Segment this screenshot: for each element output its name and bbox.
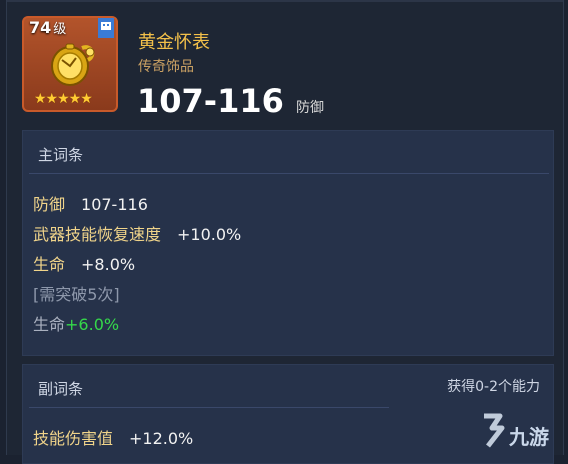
primary-stat-label: 防御 bbox=[296, 100, 324, 116]
top-divider bbox=[7, 0, 563, 2]
stat-value: +10.0% bbox=[177, 225, 242, 244]
stat-value: 107-116 bbox=[81, 195, 148, 214]
level-badge: 74 级 bbox=[29, 18, 66, 37]
stat-name: 技能伤害值 bbox=[33, 429, 114, 448]
main-stat-row: 生命 +8.0% bbox=[33, 251, 135, 275]
stat-name: 防御 bbox=[33, 195, 66, 214]
main-section-divider bbox=[29, 173, 549, 174]
main-stat-row: 武器技能恢复速度 +10.0% bbox=[33, 221, 241, 245]
watermark-text: 九游 bbox=[509, 425, 549, 449]
sub-stat-row: 技能伤害值 +12.0% bbox=[33, 425, 193, 449]
sub-section-title: 副词条 bbox=[38, 380, 84, 398]
gold-pocket-watch-icon bbox=[51, 43, 95, 86]
locked-stat-row: 生命+6.0% bbox=[33, 311, 119, 335]
stat-name: 武器技能恢复速度 bbox=[33, 225, 162, 244]
main-attributes-section: 主词条 防御 107-116 武器技能恢复速度 +10.0% 生命 +8.0% [需突… bbox=[22, 130, 554, 356]
primary-stat-value: 107-116 bbox=[137, 82, 284, 120]
locked-requirement-note: [需突破5次] bbox=[33, 285, 120, 304]
item-name: 黄金怀表 bbox=[138, 32, 210, 53]
star-rating: ★★★★★ bbox=[34, 91, 93, 107]
main-stat-row: 防御 107-116 bbox=[33, 191, 148, 215]
sub-section-divider bbox=[29, 407, 389, 408]
level-suffix: 级 bbox=[53, 22, 67, 37]
stat-value: +8.0% bbox=[81, 255, 136, 274]
stat-value: +12.0% bbox=[129, 429, 194, 448]
sub-section-note: 获得0-2个能力 bbox=[447, 379, 540, 395]
main-section-title: 主词条 bbox=[38, 146, 84, 164]
bookmark-icon[interactable] bbox=[98, 18, 114, 38]
level-number: 74 bbox=[29, 18, 52, 37]
sub-attributes-section: 副词条 获得0-2个能力 技能伤害值 +12.0% bbox=[22, 364, 554, 464]
stat-name: 生命 bbox=[33, 255, 66, 274]
stat-name: 生命 bbox=[33, 315, 66, 334]
stat-value: +6.0% bbox=[65, 315, 120, 334]
item-icon-frame[interactable]: 74 级 ★★★★★ bbox=[22, 16, 118, 112]
item-rarity: 传奇饰品 bbox=[138, 59, 194, 75]
item-tooltip-panel: 74 级 ★★★★★ 黄金怀表 传奇饰品 107-116 防御 主词条 防御 107… bbox=[6, 0, 564, 464]
